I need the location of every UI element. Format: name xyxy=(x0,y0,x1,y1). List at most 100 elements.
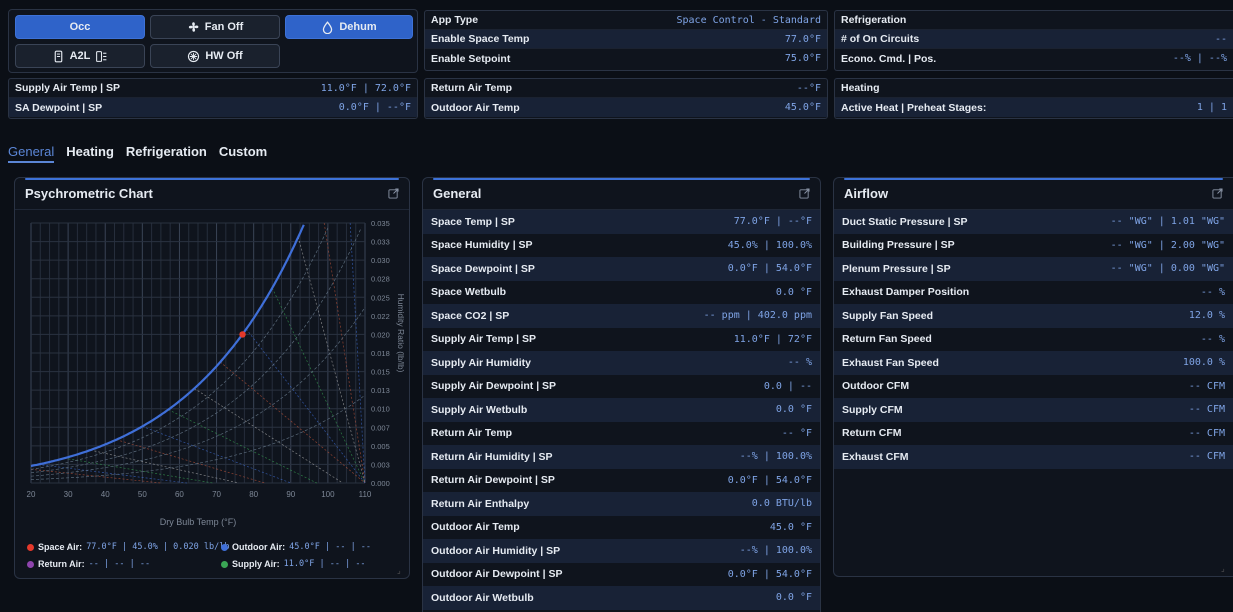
row-label: Return Fan Speed xyxy=(842,333,932,346)
occ-button[interactable]: Occ xyxy=(15,15,145,39)
app-type-row: App Type Space Control - Standard xyxy=(425,11,827,30)
external-link-icon[interactable] xyxy=(799,188,810,199)
rh-curve xyxy=(30,227,362,474)
heat-stages-label: Active Heat | Preheat Stages: xyxy=(841,101,987,114)
app-type-value: Space Control - Standard xyxy=(676,14,822,26)
space-air-dot xyxy=(27,543,34,551)
data-row: Outdoor Air Dewpoint | SP 0.0°F | 54.0°F xyxy=(423,563,820,587)
row-value: 45.0% | 100.0% xyxy=(727,239,812,251)
external-link-icon[interactable] xyxy=(1212,188,1223,199)
y-tick-label: 0.003 xyxy=(371,460,390,469)
heat-stages-row: Active Heat | Preheat Stages: 1 | 1 xyxy=(835,98,1233,117)
data-row: Return Air Humidity | SP --% | 100.0% xyxy=(423,445,820,469)
general-title: General xyxy=(433,186,482,201)
heating-header: Heating xyxy=(841,82,880,94)
y-tick-label: 0.028 xyxy=(371,275,390,284)
hot-water-icon xyxy=(188,50,200,62)
row-label: Supply Air Humidity xyxy=(431,356,531,369)
fan-off-button-label: Fan Off xyxy=(204,21,244,33)
a2l-button[interactable]: A2L xyxy=(15,44,145,68)
row-label: Space CO2 | SP xyxy=(431,309,510,322)
row-label: Outdoor Air Temp xyxy=(431,521,520,534)
data-row: Supply Air Humidity -- % xyxy=(423,351,820,375)
y-axis-label: Humidity Ratio (lb/lb) xyxy=(396,294,406,373)
airflow-rows: Duct Static Pressure | SP -- "WG" | 1.01 … xyxy=(834,210,1233,469)
x-tick-label: 20 xyxy=(27,490,36,499)
row-value: 0.0°F | 54.0°F xyxy=(727,263,812,275)
data-row: Supply Air Dewpoint | SP 0.0 | -- xyxy=(423,375,820,399)
row-label: Outdoor Air Dewpoint | SP xyxy=(431,568,563,581)
row-value: -- CFM xyxy=(1188,451,1225,463)
row-value: 0.0 | -- xyxy=(763,380,812,392)
legend-supply-air: Supply Air: 11.0°F | -- | -- xyxy=(221,559,366,569)
general-rows: Space Temp | SP 77.0°F | --°F Space Humidi… xyxy=(423,210,820,610)
refrigeration-header-row: Refrigeration xyxy=(835,11,1233,30)
data-row: Outdoor Air Humidity | SP --% | 100.0% xyxy=(423,539,820,563)
outdoor-air-temp-value: 45.0°F xyxy=(784,102,821,113)
row-label: Exhaust Damper Position xyxy=(842,286,970,299)
row-label: Space Temp | SP xyxy=(431,215,515,228)
tab-custom[interactable]: Custom xyxy=(219,144,267,163)
supply-air-temp-value: 11.0°F | 72.0°F xyxy=(320,82,411,94)
refrigeration-header: Refrigeration xyxy=(841,14,907,26)
resize-handle[interactable]: ⌟ xyxy=(397,566,405,575)
tab-heating[interactable]: Heating xyxy=(66,144,114,163)
data-row: Duct Static Pressure | SP -- "WG" | 1.01 … xyxy=(834,210,1233,234)
on-circuits-row: # of On Circuits -- xyxy=(835,30,1233,49)
row-value: -- "WG" | 1.01 "WG" xyxy=(1110,216,1225,228)
data-row: Plenum Pressure | SP -- "WG" | 0.00 "WG" xyxy=(834,257,1233,281)
data-row: Return Air Enthalpy 0.0 BTU/lb xyxy=(423,492,820,516)
row-label: Supply Fan Speed xyxy=(842,309,934,322)
psychrometric-chart-panel: Psychrometric Chart 20 30 40 50 60 70 80 90 100 1… xyxy=(14,177,410,579)
row-label: Space Humidity | SP xyxy=(431,239,533,252)
data-row: Return Air Dewpoint | SP 0.0°F | 54.0°F xyxy=(423,469,820,493)
row-value: -- ppm | 402.0 ppm xyxy=(703,310,812,322)
on-circuits-value: -- xyxy=(1214,33,1227,45)
row-label: Outdoor CFM xyxy=(842,380,910,393)
fan-off-button[interactable]: Fan Off xyxy=(150,15,280,39)
resize-handle[interactable]: ⌟ xyxy=(1221,564,1229,573)
y-tick-label: 0.018 xyxy=(371,349,390,358)
supply-air-legend-value: 11.0°F | -- | -- xyxy=(283,559,366,569)
supply-air-dot xyxy=(221,560,228,568)
row-value: 11.0°F | 72°F xyxy=(733,333,812,345)
tab-general[interactable]: General xyxy=(8,144,55,163)
space-air-legend-label: Space Air: xyxy=(38,542,83,552)
econo-cmd-row: Econo. Cmd. | Pos. --% | --% xyxy=(835,49,1233,68)
dehum-button[interactable]: Dehum xyxy=(285,15,413,39)
outdoor-air-dot xyxy=(221,543,228,551)
data-row: Supply Air Wetbulb 0.0 °F xyxy=(423,398,820,422)
enable-space-temp-row: Enable Space Temp 77.0°F xyxy=(425,30,827,49)
row-value: -- "WG" | 0.00 "WG" xyxy=(1110,263,1225,275)
row-value: 0.0 BTU/lb xyxy=(751,498,812,510)
row-label: Return Air Humidity | SP xyxy=(431,450,553,463)
data-row: Space Humidity | SP 45.0% | 100.0% xyxy=(423,234,820,258)
outdoor-air-temp-label: Outdoor Air Temp xyxy=(431,101,520,114)
psychrometric-chart-header: Psychrometric Chart xyxy=(15,178,409,210)
row-label: Space Dewpoint | SP xyxy=(431,262,535,275)
fan-icon xyxy=(188,21,199,32)
row-value: -- CFM xyxy=(1188,404,1225,416)
external-link-icon[interactable] xyxy=(388,188,399,199)
airflow-title: Airflow xyxy=(844,186,889,201)
outdoor-air-legend-value: 45.0°F | -- | -- xyxy=(289,542,372,552)
airflow-panel: Airflow Duct Static Pressure | SP -- "WG"… xyxy=(833,177,1233,577)
row-value: -- CFM xyxy=(1188,380,1225,392)
y-tick-label: 0.010 xyxy=(371,405,390,414)
data-row: Outdoor CFM -- CFM xyxy=(834,375,1233,399)
return-air-legend-label: Return Air: xyxy=(38,559,85,569)
x-axis-label: Dry Bulb Temp (°F) xyxy=(160,517,236,527)
x-tick-label: 30 xyxy=(64,490,73,499)
enable-setpoint-value: 75.0°F xyxy=(784,53,821,64)
row-value: --% | 100.0% xyxy=(739,451,812,463)
row-value: 0.0°F | 54.0°F xyxy=(727,568,812,580)
row-value: -- % xyxy=(1200,333,1225,345)
enable-space-temp-value: 77.0°F xyxy=(784,33,821,45)
row-label: Building Pressure | SP xyxy=(842,239,955,252)
data-row: Building Pressure | SP -- "WG" | 2.00 "WG… xyxy=(834,234,1233,258)
sa-dewpoint-value: 0.0°F | --°F xyxy=(338,102,411,113)
psychrometric-chart-title: Psychrometric Chart xyxy=(25,186,153,201)
tab-refrigeration[interactable]: Refrigeration xyxy=(126,144,207,163)
hw-off-button[interactable]: HW Off xyxy=(150,44,280,68)
general-header: General xyxy=(423,178,820,210)
